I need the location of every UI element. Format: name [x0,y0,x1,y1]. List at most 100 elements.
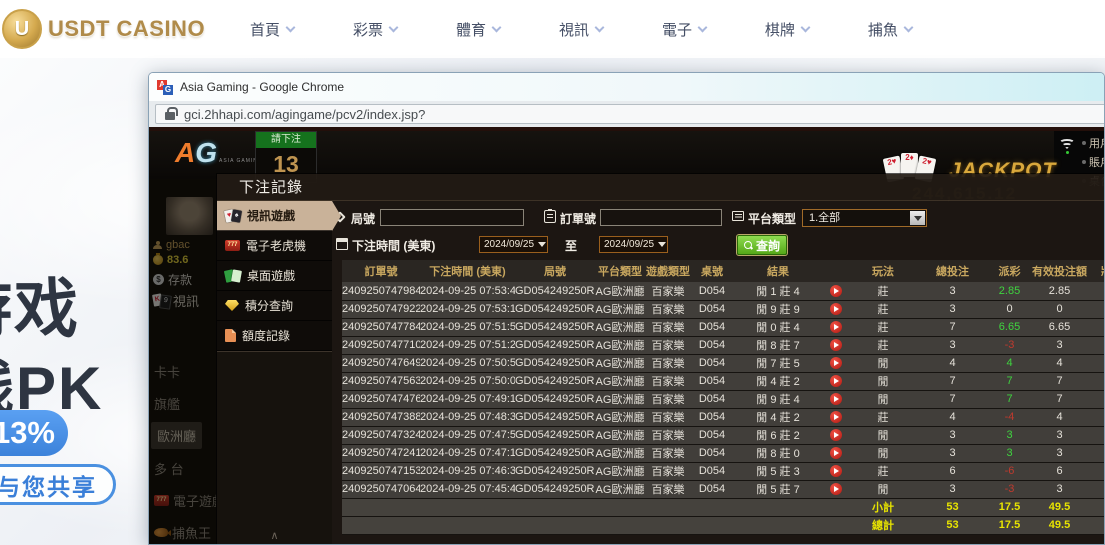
cell-round: GD054249250RG [515,444,595,462]
document-icon [225,329,236,342]
select-arrow-icon [910,211,925,225]
play-video-button[interactable] [830,339,842,351]
chevron-down-icon [286,22,296,32]
play-video-button[interactable] [830,465,842,477]
bet-records-modal: 下注記錄 視訊遊戲電子老虎機桌面遊戲積分查詢額度記錄 ∧ 局號 [216,173,1104,545]
nav-item-cards[interactable]: 棋牌 [765,19,809,40]
column-header: 玩法 [848,260,918,282]
modal-sidebar-item[interactable]: 額度記錄 [217,321,332,351]
cell-play: 莊 [848,408,918,426]
play-video-button[interactable] [830,447,842,459]
cell-payout: 7 [987,390,1032,408]
cell-status: 已 [1087,390,1104,408]
cell-bet: 7 [918,390,987,408]
cell-valid: 7 [1032,372,1087,390]
cell-platform: AG歐洲廳 [595,282,645,300]
cell-order: 240925074738847 [342,408,420,426]
cell-status: 已 [1087,300,1104,318]
play-video-button[interactable] [830,411,842,423]
modal-sidebar-item[interactable]: 電子老虎機 [217,231,332,261]
cell-empty [1087,516,1104,534]
column-header: 狀態 [1087,260,1104,282]
nav-item-lottery[interactable]: 彩票 [353,19,397,40]
browser-content: AGASIA GAMING 請下注 13 2♥2♦2♥ JACKPOT 用戶賬戶… [149,127,1104,545]
play-video-button[interactable] [830,375,842,387]
window-title: Asia Gaming - Google Chrome [180,80,344,94]
play-video-button[interactable] [830,429,842,441]
cell-round: GD054249250RI [515,408,595,426]
cell-sum-payout: 17.5 [987,516,1032,534]
column-header: 桌號 [691,260,733,282]
cell-game: 百家樂 [645,300,691,318]
column-header: 局號 [515,260,595,282]
table-row: 2409250747922472024-09-25 07:53:11GD0542… [342,300,1104,318]
cell-platform: AG歐洲廳 [595,354,645,372]
modal-sidebar-item[interactable]: 積分查詢 [217,291,332,321]
nav-item-sports[interactable]: 體育 [456,19,500,40]
play-video-button[interactable] [830,303,842,315]
round-input[interactable] [380,209,524,226]
nav-item-live[interactable]: 視訊 [559,19,603,40]
ag-right-menu-item[interactable]: 賬戶 [1082,154,1104,170]
cell-time: 2024-09-25 07:47:57 [420,426,515,444]
nav-item-label: 電子 [662,19,692,40]
cell-order: 240925074756318 [342,372,420,390]
date-to-picker[interactable]: 2024/09/25 [599,236,668,253]
search-button[interactable]: 查詢 [737,235,787,255]
lock-icon [165,112,175,120]
screen: U USDT CASINO 首頁彩票體育視訊電子棋牌捕魚 游戏 线PK 13% … [0,0,1105,545]
modal-title: 下注記錄 [217,174,1104,201]
slot-777-icon [225,240,240,251]
chevron-down-icon [800,22,810,32]
site-logo[interactable]: U USDT CASINO [2,0,205,58]
date-from-picker[interactable]: 2024/09/25 [479,236,548,253]
nav-item-home[interactable]: 首頁 [250,19,294,40]
platform-select[interactable]: 1.全部 [802,209,927,227]
cell-play: 莊 [848,336,918,354]
cell-play: 閒 [848,354,918,372]
address-bar[interactable]: gci.2hhapi.com/agingame/pcv2/index.jsp? [149,101,1104,127]
cell-empty [342,516,420,534]
play-video-button[interactable] [830,321,842,333]
cell-result: 閒 0 莊 4 [733,318,823,336]
play-video-button[interactable] [830,393,842,405]
nav-item-slots[interactable]: 電子 [662,19,706,40]
column-header: 下注時間 (美東) [420,260,515,282]
chevron-up-icon: ∧ [270,529,278,542]
cell-payout: 7 [987,372,1032,390]
modal-sidebar-item[interactable]: 視訊遊戲 [217,201,332,231]
play-video-button[interactable] [830,357,842,369]
cell-status: 已 [1087,372,1104,390]
cell-round: GD054249250RH [515,426,595,444]
play-video-button[interactable] [830,483,842,495]
cell-play: 閒 [848,426,918,444]
cell-payout: 3 [987,426,1032,444]
cell-video [823,426,848,444]
cell-video [823,480,848,498]
ag-right-menu-item[interactable]: 用戶 [1082,135,1104,151]
cell-video [823,282,848,300]
cell-empty [1087,498,1104,516]
cell-video [823,390,848,408]
table-row: 2409250747984072024-09-25 07:53:44GD0542… [342,282,1104,300]
table-row: 2409250747153242024-09-25 07:46:31GD0542… [342,462,1104,480]
url-field[interactable]: gci.2hhapi.com/agingame/pcv2/index.jsp? [155,104,1105,124]
ag-favicon-icon [157,80,172,95]
modal-sidebar-item-label: 積分查詢 [245,297,293,314]
cell-table: D054 [691,372,733,390]
cell-time: 2024-09-25 07:50:50 [420,354,515,372]
order-input[interactable] [600,209,722,226]
cell-sum-valid: 49.5 [1032,498,1087,516]
cell-table: D054 [691,336,733,354]
time-filter-label: 下注時間 (美東) [352,237,435,254]
cell-platform: AG歐洲廳 [595,480,645,498]
play-video-button[interactable] [830,285,842,297]
ag-logo: AGASIA GAMING [175,137,263,169]
modal-sidebar-item[interactable]: 桌面遊戲 [217,261,332,291]
nav-item-fishing[interactable]: 捕魚 [868,19,912,40]
cell-sum-payout: 17.5 [987,498,1032,516]
search-button-label: 查詢 [756,237,780,254]
cell-round: GD054249250RK [515,372,595,390]
cell-bet: 4 [918,354,987,372]
platform-select-value: 1.全部 [809,212,840,224]
